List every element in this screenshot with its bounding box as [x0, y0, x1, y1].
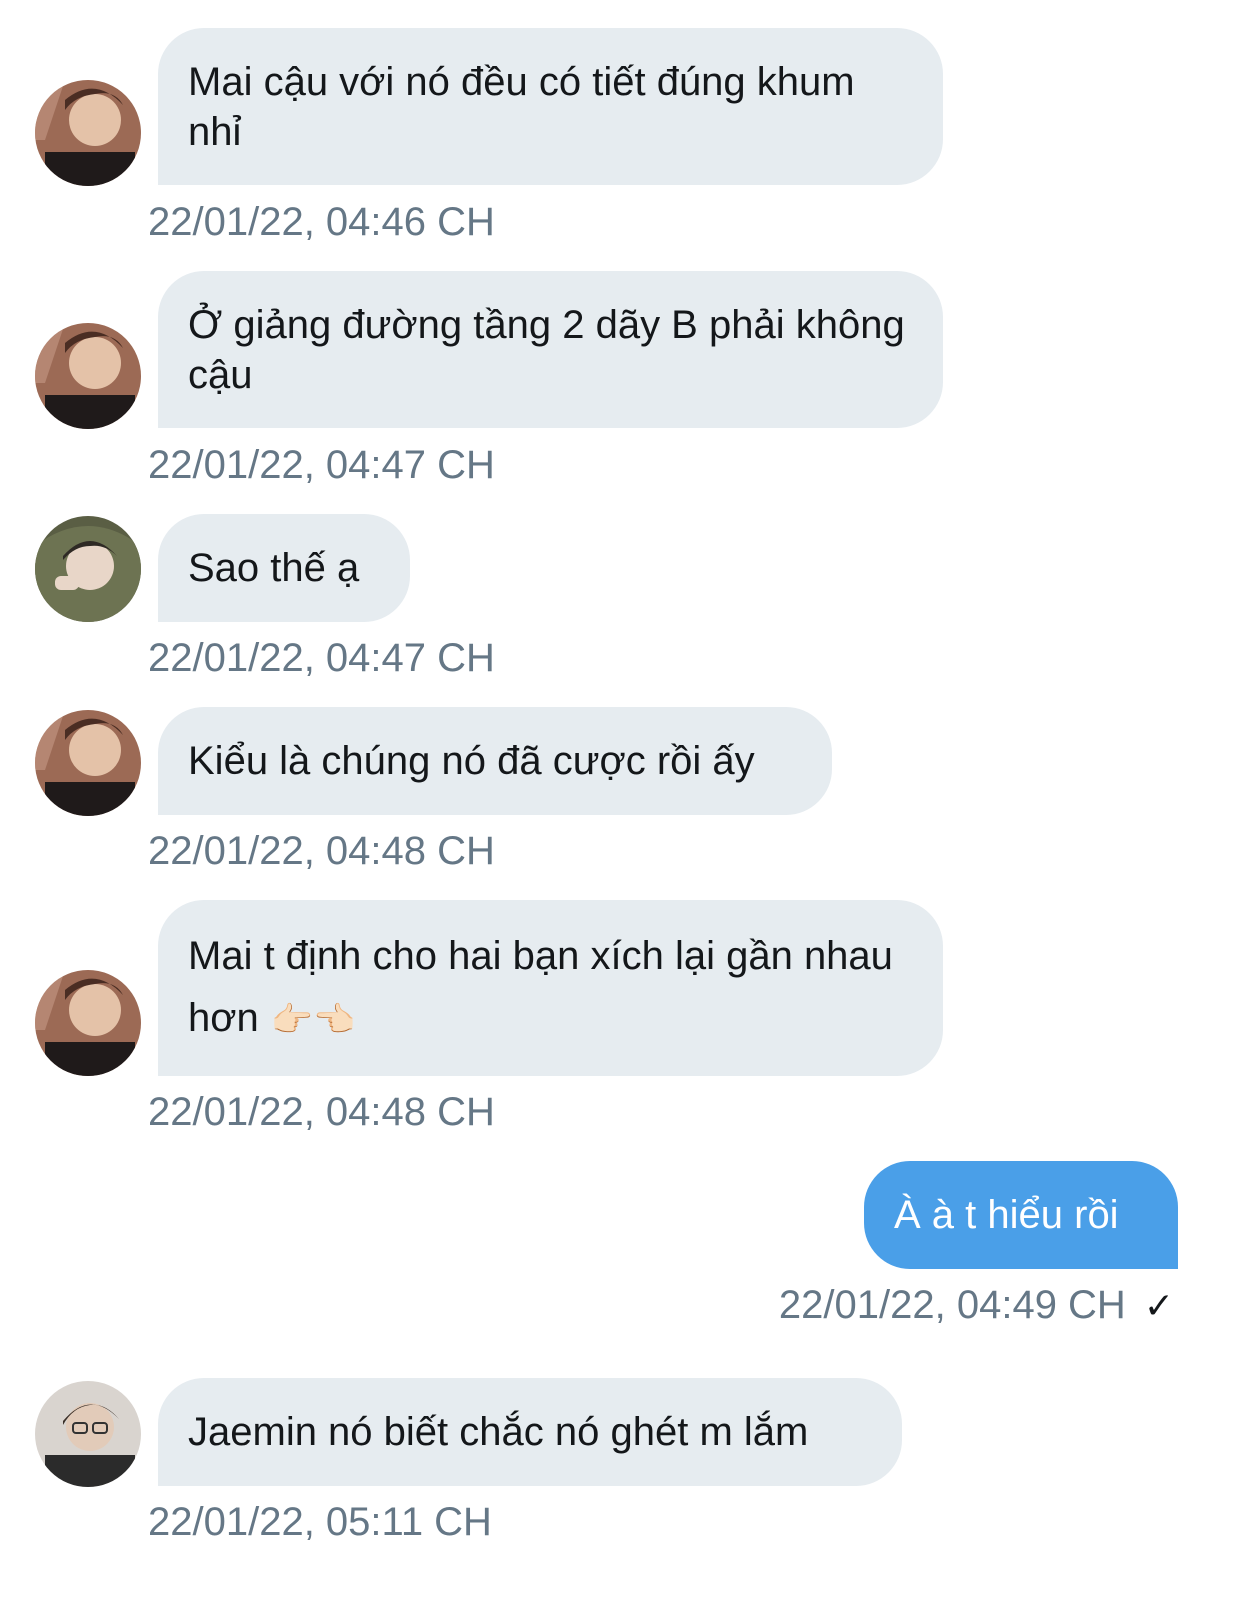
message-bubble[interactable]: Kiểu là chúng nó đã cược rồi ấy	[158, 707, 832, 815]
message-bubble[interactable]: Sao thế ạ	[158, 514, 410, 622]
message-bubble-outgoing[interactable]: À à t hiểu rồi	[864, 1161, 1178, 1269]
message-text: Sao thế ạ	[188, 546, 360, 590]
avatar[interactable]	[35, 970, 141, 1076]
message-text: Mai cậu với nó đều có tiết đúng khum nhỉ	[188, 59, 855, 154]
message-timestamp: 22/01/22, 04:47 CH	[148, 636, 495, 680]
message-bubble[interactable]: Ở giảng đường tầng 2 dãy B phải không cậ…	[158, 271, 943, 428]
message-text: Mai t định cho hai bạn xích lại gần nhau…	[188, 925, 913, 1051]
message-text: À à t hiểu rồi	[894, 1193, 1119, 1237]
message-bubble[interactable]: Mai cậu với nó đều có tiết đúng khum nhỉ	[158, 28, 943, 185]
message-bubble[interactable]: Mai t định cho hai bạn xích lại gần nhau…	[158, 900, 943, 1076]
message-text: Ở giảng đường tầng 2 dãy B phải không cậ…	[188, 302, 905, 397]
message-text: Kiểu là chúng nó đã cược rồi ấy	[188, 739, 755, 783]
checkmark-icon: ✓	[1143, 1285, 1174, 1326]
avatar[interactable]	[35, 80, 141, 186]
avatar[interactable]	[35, 323, 141, 429]
message-timestamp-text: 22/01/22, 04:49 CH	[778, 1283, 1126, 1327]
message-text: Jaemin nó biết chắc nó ghét m lắm	[188, 1410, 809, 1454]
message-bubble[interactable]: Jaemin nó biết chắc nó ghét m lắm	[158, 1378, 902, 1486]
message-timestamp: 22/01/22, 05:11 CH	[148, 1500, 492, 1544]
message-timestamp: 22/01/22, 04:48 CH	[148, 829, 495, 873]
avatar[interactable]	[35, 1381, 141, 1487]
message-timestamp: 22/01/22, 04:48 CH	[148, 1090, 495, 1134]
avatar[interactable]	[35, 710, 141, 816]
pointing-fingers-emoji: 👉🏻👈🏻	[270, 1001, 356, 1039]
message-timestamp: 22/01/22, 04:46 CH	[148, 200, 495, 244]
avatar[interactable]	[35, 516, 141, 622]
message-timestamp: 22/01/22, 04:49 CH ✓	[779, 1281, 1174, 1330]
message-timestamp: 22/01/22, 04:47 CH	[148, 443, 495, 487]
